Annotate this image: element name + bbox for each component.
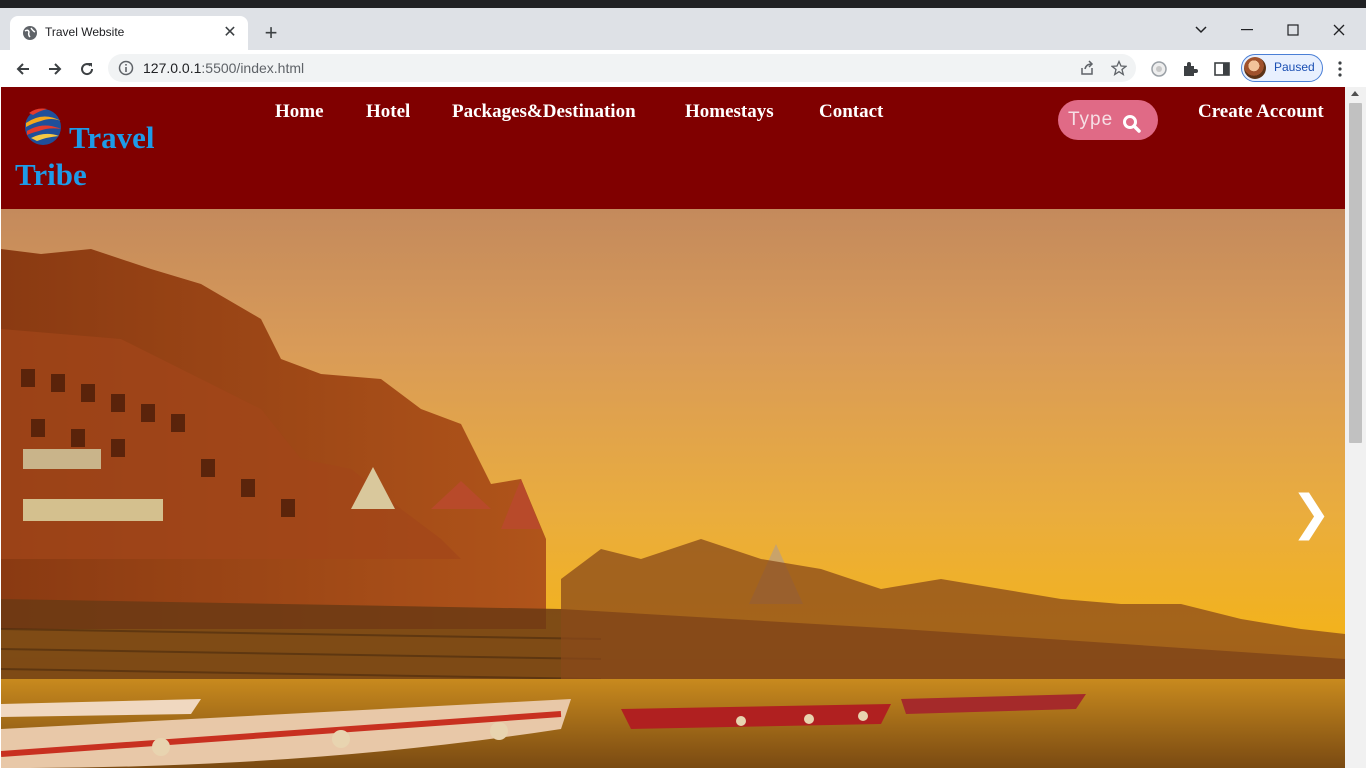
forward-icon[interactable] [42, 56, 68, 82]
close-tab-icon[interactable]: ✕ [220, 23, 240, 43]
extension-icon[interactable] [1149, 59, 1169, 79]
tab-search-icon[interactable] [1178, 16, 1224, 44]
new-tab-icon[interactable]: + [260, 22, 282, 44]
search-icon[interactable] [1122, 114, 1142, 134]
site-header: Travel Tribe Home Hotel Packages&Destina… [1, 87, 1345, 209]
tab-strip: Travel Website ✕ + [0, 8, 1366, 50]
browser-tab[interactable]: Travel Website ✕ [10, 16, 248, 50]
share-icon[interactable] [1078, 59, 1096, 77]
window-titlebar [0, 0, 1366, 8]
address-bar[interactable]: 127.0.0.1:5500/index.html [108, 54, 1136, 82]
browser-toolbar: 127.0.0.1:5500/index.html Paused [0, 50, 1366, 88]
hero-image [1, 249, 1345, 768]
hero-slider: ❯ [1, 209, 1345, 768]
url-text: 127.0.0.1:5500/index.html [143, 60, 304, 76]
nav-packages-destination[interactable]: Packages&Destination [452, 101, 636, 123]
reload-icon[interactable] [74, 56, 100, 82]
bookmark-star-icon[interactable] [1110, 59, 1128, 77]
page-viewport: Travel Tribe Home Hotel Packages&Destina… [0, 87, 1366, 768]
search-box[interactable]: Type [1058, 100, 1158, 140]
nav-hotel[interactable]: Hotel [366, 101, 410, 123]
scroll-up-arrow-icon[interactable] [1351, 91, 1359, 96]
tab-title: Travel Website [45, 25, 125, 39]
back-icon[interactable] [10, 56, 36, 82]
create-account-link[interactable]: Create Account [1198, 101, 1324, 123]
logo-text[interactable]: Travel Tribe [15, 119, 175, 193]
close-window-icon[interactable] [1316, 16, 1362, 44]
avatar [1244, 57, 1266, 79]
next-slide-button[interactable]: ❯ [1291, 489, 1331, 537]
nav-contact[interactable]: Contact [819, 101, 883, 123]
search-input[interactable]: Type [1068, 109, 1113, 131]
scroll-thumb[interactable] [1349, 103, 1362, 443]
globe-icon [23, 26, 37, 40]
info-icon[interactable] [118, 60, 134, 76]
page-scrollbar[interactable] [1345, 87, 1366, 768]
profile-status: Paused [1274, 60, 1315, 74]
kebab-menu-icon[interactable] [1332, 58, 1348, 80]
url-path: :5500/index.html [201, 60, 305, 76]
minimize-icon[interactable] [1224, 16, 1270, 44]
url-host: 127.0.0.1 [143, 60, 202, 76]
profile-button[interactable]: Paused [1241, 54, 1323, 82]
nav-home[interactable]: Home [275, 101, 324, 123]
puzzle-icon[interactable] [1180, 59, 1200, 79]
side-panel-icon[interactable] [1212, 59, 1232, 79]
maximize-icon[interactable] [1270, 16, 1316, 44]
nav-homestays[interactable]: Homestays [685, 101, 774, 123]
